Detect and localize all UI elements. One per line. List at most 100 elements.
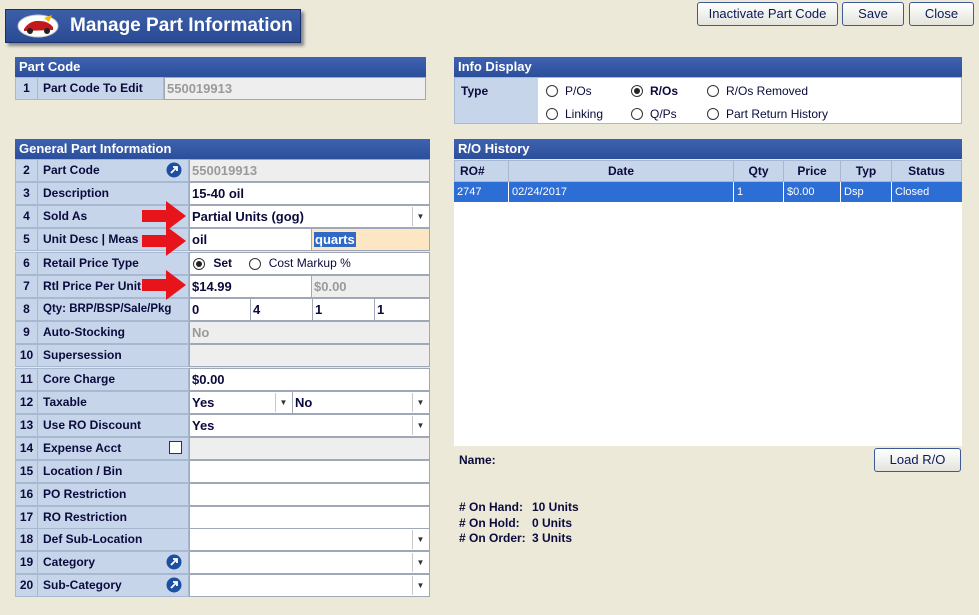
table-cell-price[interactable]: $0.00 [784,182,841,202]
qty-sale-field[interactable]: 1 [312,298,375,321]
option-label: R/Os [650,84,679,98]
taxable-value: Yes [192,395,215,410]
part-code-to-edit-row: 1 Part Code To Edit 550019913 [15,77,426,100]
table-cell-ro[interactable]: 2747 [454,182,509,202]
tax-exempt-value: No [295,395,313,410]
sold-as-value: Partial Units (gog) [192,209,304,224]
linking-radio[interactable] [546,108,558,120]
sub-category-row: 20 Sub-Category ▼ [15,574,430,597]
qty-brp-field[interactable]: 0 [189,298,251,321]
unit-measure-field[interactable]: quarts [311,228,430,251]
close-button[interactable]: Close [909,2,974,26]
part-return-history-radio[interactable] [707,108,719,120]
save-button[interactable]: Save [842,2,904,26]
on-order-summary: # On Order: 3 Units [459,531,572,545]
description-field[interactable]: 15-40 oil [189,182,430,205]
page-title: Manage Part Information [70,15,293,36]
part-code-field[interactable]: 550019913 [189,159,430,182]
option-part-return-history[interactable]: Part Return History [707,107,828,121]
on-hand-value: 10 Units [532,500,579,514]
red-arrow-icon [142,270,186,300]
retail-price-field[interactable]: $14.99 [189,275,312,298]
retail-price-row: 7 Rtl Price Per Unit $14.99 $0.00 [15,275,430,298]
car-logo-icon [17,14,59,38]
red-arrow-icon [142,226,186,256]
lookup-arrow-icon[interactable] [166,577,182,593]
on-hold-value: 0 Units [532,516,573,530]
on-order-label: # On Order: [459,531,526,545]
qty-pkg-field[interactable]: 1 [374,298,430,321]
part-code-row: 2 Part Code 550019913 [15,159,430,182]
cost-markup-radio[interactable] [249,257,262,270]
row-label: Location / Bin [38,460,189,483]
tax-exempt-select[interactable]: No ▼ [292,391,430,414]
part-code-to-edit-field[interactable]: 550019913 [164,77,426,100]
col-header-status[interactable]: Status [892,160,962,182]
table-cell-date[interactable]: 02/24/2017 [509,182,734,202]
option-ros-removed[interactable]: R/Os Removed [707,84,808,98]
row-number: 14 [15,437,38,460]
option-label: R/Os Removed [726,84,809,98]
option-qps[interactable]: Q/Ps [631,107,677,121]
inactivate-part-code-button[interactable]: Inactivate Part Code [697,2,838,26]
chevron-down-icon[interactable]: ▼ [275,393,291,412]
chevron-down-icon[interactable]: ▼ [412,393,428,412]
ro-restriction-field[interactable] [189,506,430,529]
ros-removed-radio[interactable] [707,85,719,97]
chevron-down-icon[interactable]: ▼ [412,553,428,572]
row-number: 18 [15,528,38,551]
row-number: 16 [15,483,38,506]
row-label: Expense Acct [38,437,189,460]
use-ro-discount-value: Yes [192,418,215,433]
option-ros[interactable]: R/Os [631,84,678,98]
option-pos[interactable]: P/Os [546,84,592,98]
core-charge-field[interactable]: $0.00 [189,368,430,391]
lookup-arrow-icon[interactable] [166,162,182,178]
chevron-down-icon[interactable]: ▼ [412,207,428,226]
row-number: 9 [15,321,38,344]
col-header-qty[interactable]: Qty [734,160,784,182]
unit-desc-row: 5 Unit Desc | Meas oil quarts [15,228,430,251]
table-cell-qty[interactable]: 1 [734,182,784,202]
taxable-select[interactable]: Yes ▼ [189,391,293,414]
row-number: 10 [15,344,38,367]
col-header-ro[interactable]: RO# [454,160,509,182]
info-display-panel: Type P/Os R/Os R/Os Removed Linking Q/Ps… [454,77,962,124]
retail-price-type-row: 6 Retail Price Type Set Cost Markup % [15,252,430,275]
row-number: 8 [15,298,38,321]
unit-desc-field[interactable]: oil [189,228,312,251]
table-cell-status[interactable]: Closed [892,182,962,202]
use-ro-discount-row: 13 Use RO Discount Yes ▼ [15,414,430,437]
po-restriction-field[interactable] [189,483,430,506]
chevron-down-icon[interactable]: ▼ [412,416,428,435]
set-radio[interactable] [193,257,205,270]
lookup-arrow-icon[interactable] [166,554,182,570]
supersession-field [189,344,430,367]
col-header-date[interactable]: Date [509,160,734,182]
category-select[interactable]: ▼ [189,551,430,574]
option-linking[interactable]: Linking [546,107,603,121]
chevron-down-icon[interactable]: ▼ [412,530,428,549]
location-bin-row: 15 Location / Bin [15,460,430,483]
def-sub-location-select[interactable]: ▼ [189,528,430,551]
col-header-typ[interactable]: Typ [841,160,892,182]
row-number: 11 [15,368,38,391]
chevron-down-icon[interactable]: ▼ [412,576,428,595]
load-ro-button[interactable]: Load R/O [874,448,961,472]
row-label: PO Restriction [38,483,189,506]
use-ro-discount-select[interactable]: Yes ▼ [189,414,430,437]
table-cell-typ[interactable]: Dsp [841,182,892,202]
qps-radio[interactable] [631,108,643,120]
sub-category-select[interactable]: ▼ [189,574,430,597]
ros-radio[interactable] [631,85,643,97]
pos-radio[interactable] [546,85,558,97]
row-label: Auto-Stocking [38,321,189,344]
sold-as-select[interactable]: Partial Units (gog) ▼ [189,205,430,228]
sold-as-row: 4 Sold As Partial Units (gog) ▼ [15,205,430,228]
row-number: 2 [15,159,38,182]
location-bin-field[interactable] [189,460,430,483]
qty-bsp-field[interactable]: 4 [250,298,313,321]
expense-acct-checkbox[interactable] [169,441,182,454]
option-label: Linking [565,107,604,121]
col-header-price[interactable]: Price [784,160,841,182]
